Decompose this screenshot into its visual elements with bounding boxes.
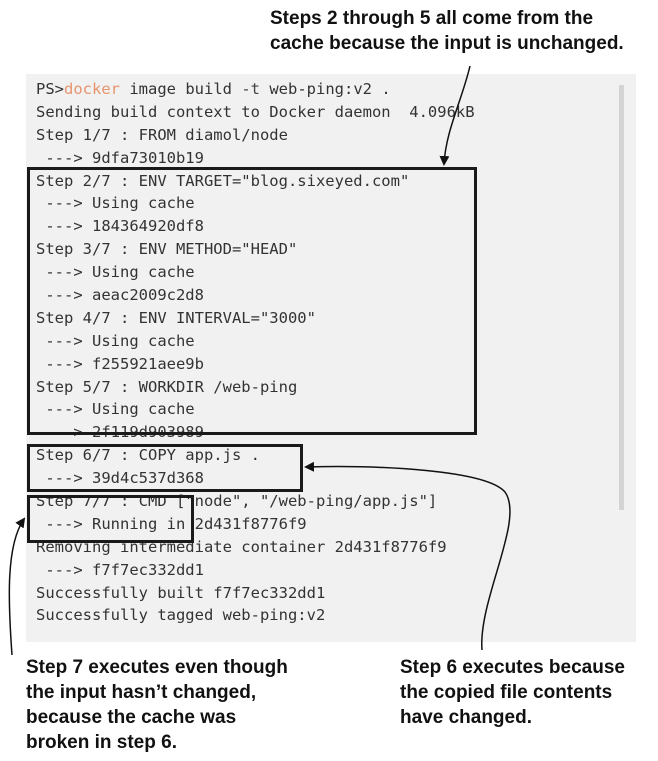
callout-arrows [8,65,511,656]
annotation-step-7: Step 7 executes even though the input ha… [26,657,288,753]
arrow-step-7 [8,517,26,656]
arrow-cache-steps [439,65,471,166]
arrow-step-6 [304,461,511,651]
annotation-step-6: Step 6 executes because the copied file … [400,657,625,728]
